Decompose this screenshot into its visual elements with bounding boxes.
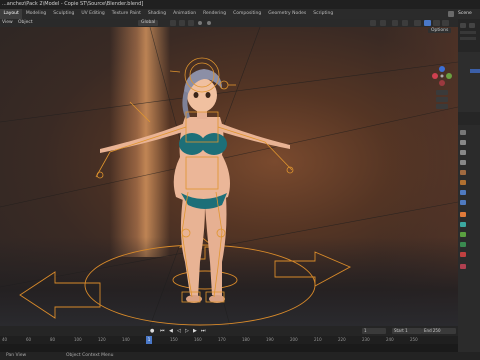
end-label: End	[424, 328, 432, 333]
window-title: ...anchez\Pack 2\Model - Copie ST\Source…	[2, 1, 144, 7]
scene-render	[0, 27, 458, 326]
output-properties-icon[interactable]	[460, 150, 466, 155]
view-menu[interactable]: View	[2, 19, 13, 27]
timeline-ruler[interactable]: 40 60 80 100 120 140 150 160 170 180 190…	[0, 336, 458, 344]
tick-label: 200	[290, 337, 298, 342]
tab-compositing[interactable]: Compositing	[230, 9, 265, 19]
tab-geometry-nodes[interactable]: Geometry Nodes	[265, 9, 310, 19]
navigation-gizmo[interactable]	[430, 63, 454, 113]
viewport-header: View Object Global	[0, 19, 458, 27]
step-forward-icon[interactable]: ▶	[193, 328, 197, 334]
outliner-header-icons[interactable]	[458, 21, 480, 51]
start-frame-field[interactable]: Start 1	[392, 328, 422, 334]
physics-icon[interactable]	[460, 212, 466, 217]
outliner-panel[interactable]	[458, 52, 480, 112]
tab-uv-editing[interactable]: UV Editing	[78, 9, 108, 19]
end-frame-field[interactable]: End 250	[422, 328, 456, 334]
workspace-tabs: Layout Modeling Sculpting UV Editing Tex…	[0, 9, 337, 19]
tab-sculpting[interactable]: Sculpting	[50, 9, 78, 19]
current-frame-field[interactable]: 1	[362, 328, 386, 334]
constraints-icon[interactable]	[460, 222, 466, 227]
tick-label: 210	[314, 337, 322, 342]
bone-icon[interactable]	[460, 242, 466, 247]
tick-label: 60	[26, 337, 32, 342]
tab-animation[interactable]: Animation	[170, 9, 200, 19]
tool-properties-icon[interactable]	[460, 130, 466, 135]
status-pan: Pan View	[6, 353, 27, 358]
tab-scripting[interactable]: Scripting	[310, 9, 337, 19]
tick-label: 140	[122, 337, 130, 342]
tick-label: 120	[98, 337, 106, 342]
tick-label: 80	[50, 337, 56, 342]
tick-label: 170	[218, 337, 226, 342]
tick-label: 240	[386, 337, 394, 342]
tab-rendering[interactable]: Rendering	[200, 9, 230, 19]
title-bar: ...anchez\Pack 2\Model - Copie ST\Source…	[0, 0, 480, 9]
tick-label: 190	[266, 337, 274, 342]
tick-label: 150	[170, 337, 178, 342]
start-label: Start	[394, 328, 404, 333]
tick-label: 180	[242, 337, 250, 342]
tick-label: 100	[74, 337, 82, 342]
character-figure	[100, 69, 290, 303]
tab-layout[interactable]: Layout	[0, 9, 23, 19]
scene-properties-icon[interactable]	[460, 170, 466, 175]
tick-label: 40	[2, 337, 8, 342]
jump-start-icon[interactable]: ⏮	[160, 328, 165, 334]
object-properties-icon[interactable]	[460, 180, 466, 185]
render-properties-icon[interactable]	[460, 140, 466, 145]
modifier-icon[interactable]	[460, 190, 466, 195]
orientation-dropdown[interactable]: Global	[138, 20, 159, 26]
status-context-menu: Object Context Menu	[66, 353, 114, 358]
timeline-header: ● ⏮ ◀ ◁ ▷ ▶ ⏭ 1 Start 1 End 250	[0, 326, 458, 336]
material-icon[interactable]	[460, 252, 466, 257]
step-back-icon[interactable]: ◀	[169, 328, 173, 334]
view-layer-icon[interactable]	[460, 160, 466, 165]
tab-modeling[interactable]: Modeling	[22, 9, 49, 19]
tab-shading[interactable]: Shading	[144, 9, 169, 19]
texture-icon[interactable]	[460, 264, 466, 269]
start-value: 1	[405, 328, 408, 333]
play-icon[interactable]: ▷	[185, 328, 189, 334]
timeline-area[interactable]	[0, 344, 458, 352]
end-value: 250	[432, 328, 441, 333]
tick-label: 220	[338, 337, 346, 342]
tick-label: 160	[194, 337, 202, 342]
options-dropdown[interactable]: Options	[428, 28, 452, 33]
data-icon[interactable]	[460, 232, 466, 237]
workspace-bar: Layout Modeling Sculpting UV Editing Tex…	[0, 9, 480, 19]
jump-end-icon[interactable]: ⏭	[201, 328, 206, 334]
3d-viewport[interactable]: Options	[0, 27, 458, 326]
scene-icon[interactable]	[448, 11, 454, 17]
transform-tools[interactable]	[170, 20, 230, 26]
particles-icon[interactable]	[460, 200, 466, 205]
tick-label: 230	[362, 337, 370, 342]
play-reverse-icon[interactable]: ◁	[177, 328, 181, 334]
tick-label: 250	[410, 337, 418, 342]
outliner-selected-row[interactable]	[470, 69, 480, 73]
record-button[interactable]: ●	[150, 328, 154, 334]
tab-texture-paint[interactable]: Texture Paint	[108, 9, 144, 19]
scene-selector[interactable]: Scene	[458, 9, 472, 19]
object-menu[interactable]: Object	[18, 19, 33, 27]
shading-buttons[interactable]	[370, 19, 458, 27]
playhead[interactable]: 1	[146, 336, 152, 344]
status-bar: Pan View Object Context Menu	[0, 352, 480, 360]
